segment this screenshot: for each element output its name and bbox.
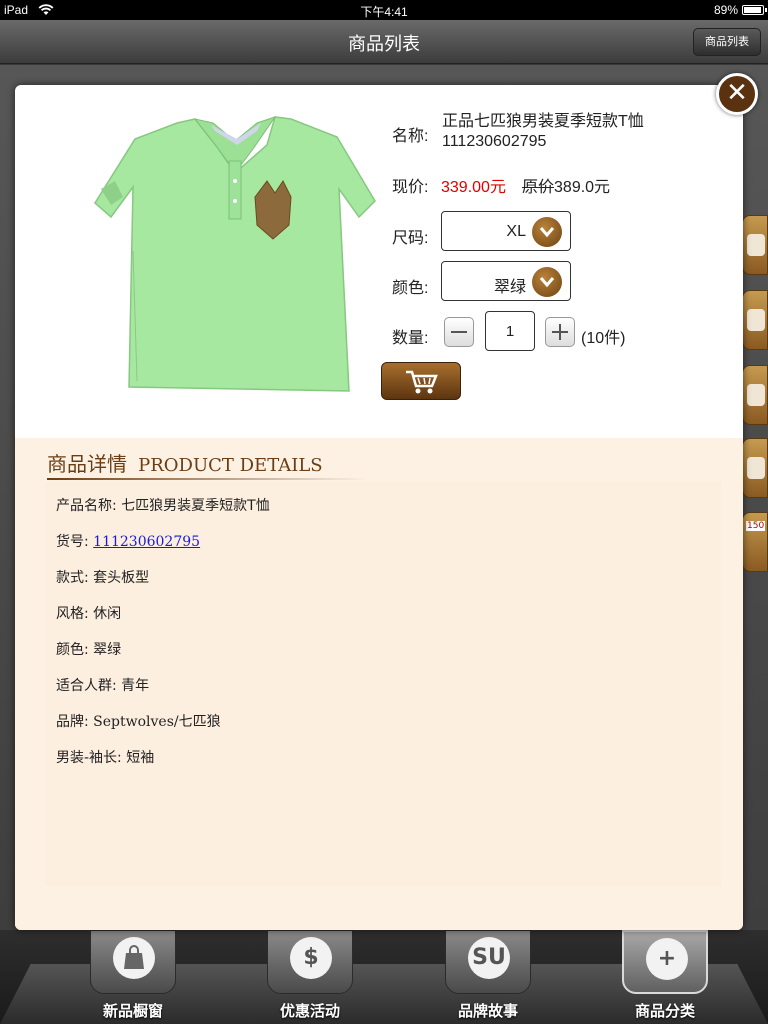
detail-value: 翠绿: [93, 642, 122, 658]
detail-label: 男装-袖长:: [56, 750, 127, 766]
detail-sleeve: 男装-袖长: 短袖: [56, 747, 154, 767]
tab-mark: $: [303, 945, 319, 970]
product-detail-modal: 名称: 正品七匹狼男装夏季短款T恤 111230602795 现价: 339.0…: [15, 85, 743, 930]
detail-label: 颜色:: [56, 642, 94, 658]
detail-product-name: 产品名称: 七匹狼男装夏季短款T恤: [56, 495, 270, 515]
quantity-increment-button[interactable]: [545, 317, 575, 347]
shopping-cart-icon: [406, 370, 438, 394]
size-label: 尺码:: [392, 230, 429, 247]
details-title-en: PRODUCT DETAILS: [138, 455, 323, 476]
bag-icon[interactable]: [742, 290, 768, 350]
detail-brand: 品牌: Septwolves/七匹狼: [56, 711, 221, 731]
detail-value: 青年: [121, 678, 150, 694]
divider: [47, 478, 367, 480]
polo-shirt-image: [77, 101, 377, 401]
size-value: XL: [506, 223, 526, 240]
product-name: 正品七匹狼男装夏季短款T恤 111230602795: [442, 113, 644, 150]
stock-count: (10件): [581, 330, 626, 347]
shopping-bag-icon: [90, 930, 176, 994]
detail-label: 风格:: [56, 606, 94, 622]
tab-bar: 新品橱窗 $ 优惠活动 SU 品牌故事 + 商品分类: [0, 930, 768, 1024]
star-icon[interactable]: [742, 365, 768, 425]
quantity-field[interactable]: 1: [485, 311, 535, 351]
quantity-decrement-button[interactable]: [444, 317, 474, 347]
current-price: 339.00元: [441, 179, 506, 196]
tab-brand-story[interactable]: SU 品牌故事: [444, 930, 532, 1021]
product-details-section: 商品详情 PRODUCT DETAILS 产品名称: 七匹狼男装夏季短款T恤 货…: [15, 438, 743, 930]
detail-value: 套头板型: [93, 570, 150, 586]
tab-mark: SU: [472, 945, 506, 970]
signpost-icon: +: [622, 930, 708, 994]
page-title: 商品列表: [348, 34, 420, 55]
battery-percent: 89%: [713, 3, 738, 17]
quantity-label: 数量:: [392, 330, 429, 347]
price-tag-icon[interactable]: 150: [742, 512, 768, 572]
stumbleupon-icon: SU: [445, 930, 531, 994]
detail-item-number: 货号: 111230602795: [56, 531, 200, 551]
tab-categories[interactable]: + 商品分类: [621, 930, 709, 1021]
tab-label: 品牌故事: [457, 1002, 518, 1020]
details-title-cn: 商品详情: [47, 452, 127, 476]
original-price-prefix: 原价: [522, 179, 555, 196]
tab-new-arrivals[interactable]: 新品橱窗: [89, 930, 177, 1021]
edit-icon[interactable]: [742, 215, 768, 275]
detail-genre: 风格: 休闲: [56, 603, 121, 623]
product-list-button[interactable]: 商品列表: [693, 28, 761, 56]
tab-promotions[interactable]: $ 优惠活动: [266, 930, 354, 1021]
chevron-down-icon: [532, 217, 562, 247]
detail-label: 款式:: [56, 570, 94, 586]
tab-label: 优惠活动: [279, 1002, 340, 1020]
details-heading: 商品详情 PRODUCT DETAILS: [47, 448, 323, 477]
detail-value: Septwolves/七匹狼: [93, 714, 221, 730]
size-select[interactable]: XL: [441, 211, 571, 251]
color-select[interactable]: 翠绿: [441, 261, 571, 301]
share-icon[interactable]: [742, 438, 768, 498]
tab-label: 商品分类: [634, 1002, 695, 1020]
detail-label: 品牌:: [56, 714, 94, 730]
detail-audience: 适合人群: 青年: [56, 675, 149, 695]
original-price-value: 389.0元: [554, 179, 611, 196]
detail-label: 适合人群:: [56, 678, 122, 694]
item-number-link[interactable]: 111230602795: [93, 534, 200, 550]
color-label: 颜色:: [392, 280, 429, 297]
detail-color: 颜色: 翠绿: [56, 639, 121, 659]
navigation-bar: 商品列表 商品列表: [0, 20, 768, 64]
name-label: 名称:: [392, 128, 429, 145]
clock: 下午4:41: [360, 5, 408, 19]
price-tag-icon: $: [267, 930, 353, 994]
original-price: 原价389.0元: [522, 173, 610, 197]
add-to-cart-button[interactable]: [381, 362, 461, 400]
color-value: 翠绿: [493, 279, 526, 296]
close-icon[interactable]: ✕: [716, 73, 758, 115]
status-bar: iPad 下午4:41 89%: [0, 0, 768, 20]
tab-mark: +: [657, 946, 677, 971]
chevron-down-icon: [532, 267, 562, 297]
price-tag-label: 150: [746, 521, 766, 531]
detail-label: 货号:: [56, 534, 94, 550]
battery-icon: [742, 5, 767, 15]
detail-label: 产品名称:: [56, 498, 122, 514]
detail-value: 短袖: [126, 750, 155, 766]
detail-style: 款式: 套头板型: [56, 567, 149, 587]
price-label: 现价:: [392, 179, 429, 196]
detail-value: 七匹狼男装夏季短款T恤: [121, 498, 270, 514]
detail-value: 休闲: [93, 606, 122, 622]
tab-label: 新品橱窗: [102, 1002, 163, 1020]
